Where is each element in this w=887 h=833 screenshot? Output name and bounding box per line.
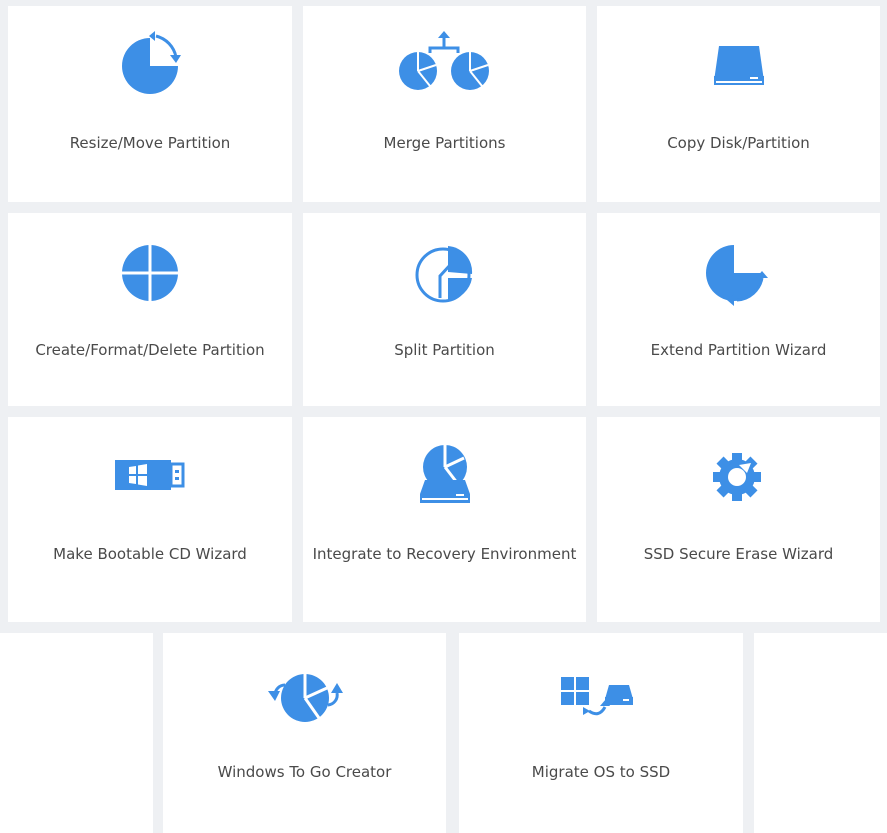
copy-disk-icon [694,31,784,101]
tool-label: Split Partition [394,341,495,359]
extend-partition-icon [694,238,784,308]
split-partition-icon [400,238,490,308]
usb-drive-icon [105,442,195,512]
tool-label: Resize/Move Partition [69,134,231,152]
tool-label: Make Bootable CD Wizard [53,545,247,563]
tool-label: Merge Partitions [383,134,506,152]
tool-label: Create/Format/Delete Partition [35,341,265,359]
tool-windows-to-go-creator[interactable]: Windows To Go Creator [163,633,446,828]
tool-create-format-delete-partition[interactable]: Create/Format/Delete Partition [8,213,292,406]
recovery-disk-icon [400,442,490,512]
tool-extend-partition-wizard[interactable]: Extend Partition Wizard [597,213,880,406]
tool-label: Migrate OS to SSD [531,763,671,781]
tool-ssd-secure-erase-wizard[interactable]: SSD Secure Erase Wizard [597,417,880,622]
tool-copy-disk-partition[interactable]: Copy Disk/Partition [597,6,880,202]
tool-make-bootable-cd-wizard[interactable]: Make Bootable CD Wizard [8,417,292,622]
tool-resize-move-partition[interactable]: Resize/Move Partition [8,6,292,202]
tool-merge-partitions[interactable]: Merge Partitions [303,6,586,202]
windows-to-go-icon [255,663,355,733]
tool-split-partition[interactable]: Split Partition [303,213,586,406]
tool-label: Copy Disk/Partition [667,134,810,152]
tool-label: Integrate to Recovery Environment [312,545,577,563]
tool-label: Extend Partition Wizard [650,341,827,359]
merge-partitions-icon [390,31,500,101]
gear-refresh-icon [694,442,784,512]
tool-label: SSD Secure Erase Wizard [643,545,834,563]
bottom-left-gap [153,633,163,833]
resize-move-partition-icon [105,31,195,101]
bottom-middle-gap [446,633,459,833]
tool-integrate-to-recovery-environment[interactable]: Integrate to Recovery Environment [303,417,586,622]
migrate-os-icon [551,663,651,733]
pie-partition-icon [105,238,195,308]
tool-label: Windows To Go Creator [217,763,392,781]
tool-migrate-os-to-ssd[interactable]: Migrate OS to SSD [459,633,743,828]
bottom-right-gap [743,633,754,833]
